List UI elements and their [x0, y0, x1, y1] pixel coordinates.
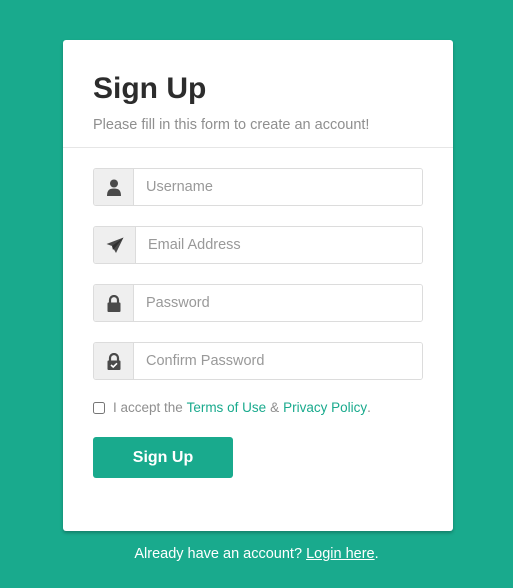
- paper-plane-icon: [94, 227, 136, 263]
- terms-row: I accept the Terms of Use & Privacy Policy…: [93, 400, 423, 415]
- username-group: [93, 168, 423, 206]
- privacy-policy-link[interactable]: Privacy Policy: [283, 400, 367, 415]
- card-header: Sign Up Please fill in this form to crea…: [63, 40, 453, 148]
- lock-check-icon: [94, 343, 134, 379]
- signup-form: I accept the Terms of Use&Privacy Policy…: [63, 148, 453, 478]
- terms-checkbox[interactable]: [93, 401, 105, 414]
- signup-card: Sign Up Please fill in this form to crea…: [63, 40, 453, 531]
- confirm-password-input[interactable]: [134, 343, 422, 379]
- email-input[interactable]: [136, 227, 422, 263]
- terms-prefix: I accept the: [113, 400, 183, 415]
- login-prompt-text: Already have an account?: [134, 546, 303, 562]
- username-input[interactable]: [134, 169, 422, 205]
- login-prompt-suffix: .: [374, 546, 379, 562]
- login-prompt: Already have an account? Login here.: [0, 546, 513, 562]
- terms-suffix: .: [367, 400, 371, 415]
- page-title: Sign Up: [93, 72, 207, 105]
- sign-up-button[interactable]: Sign Up: [93, 437, 233, 478]
- page-subtitle: Please fill in this form to create an ac…: [93, 117, 370, 133]
- terms-separator: &: [270, 400, 280, 415]
- login-link[interactable]: Login here: [306, 546, 375, 562]
- password-input[interactable]: [134, 285, 422, 321]
- lock-icon: [94, 285, 134, 321]
- password-group: [93, 284, 423, 322]
- user-icon: [94, 169, 134, 205]
- terms-of-use-link[interactable]: Terms of Use: [187, 400, 267, 415]
- email-group: [93, 226, 423, 264]
- confirm-password-group: [93, 342, 423, 380]
